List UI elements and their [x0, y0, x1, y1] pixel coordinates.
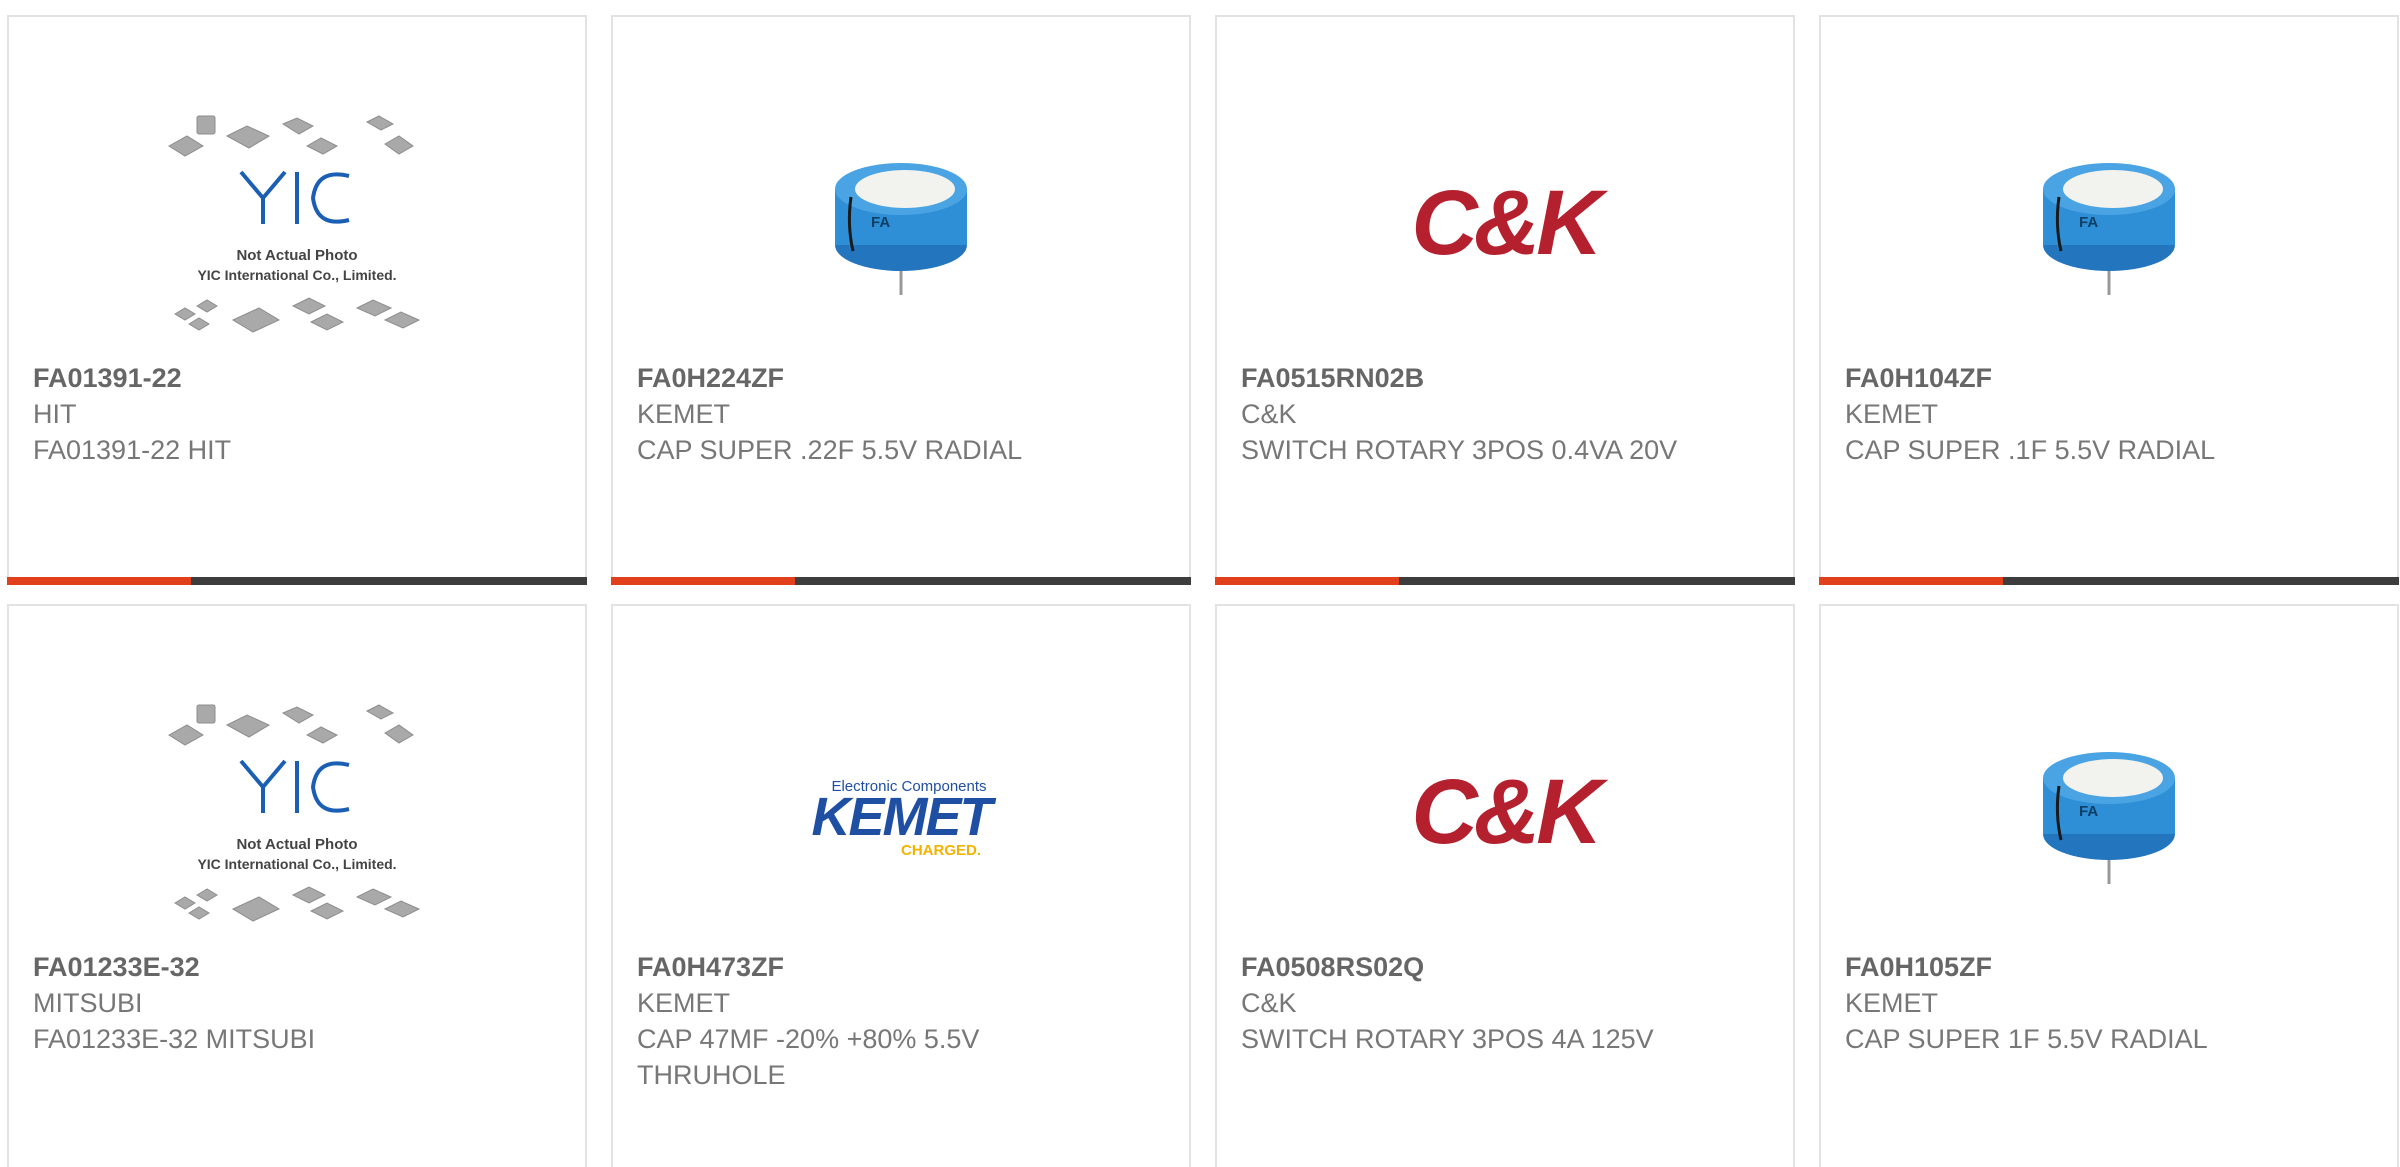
description: CAP SUPER .22F 5.5V RADIAL — [637, 435, 1023, 465]
part-number[interactable]: FA0H105ZF — [1845, 949, 2373, 985]
description: CAP 47MF -20% +80% 5.5V THRUHOLE — [637, 1024, 980, 1090]
product-card[interactable]: FA FA0H105ZF KEMET CAP SUPER 1F 5.5V RAD… — [1819, 604, 2399, 1167]
description: CAP SUPER 1F 5.5V RADIAL — [1845, 1024, 2208, 1054]
capacitor-image: FA — [835, 162, 967, 295]
manufacturer: KEMET — [1845, 988, 1939, 1018]
ck-logo-text: C&K — [1411, 761, 1609, 863]
kemet-logo: Electronic Components KEMET CHARGED. — [812, 778, 999, 859]
manufacturer: HIT — [33, 399, 77, 429]
product-info: FA01233E-32 MITSUBI FA01233E-32 MITSUBI — [33, 949, 561, 1057]
product-info: FA0H104ZF KEMET CAP SUPER .1F 5.5V RADIA… — [1845, 360, 2373, 468]
card-accent — [1819, 577, 2003, 585]
description: FA01233E-32 MITSUBI — [33, 1024, 316, 1054]
capacitor-image: FA — [2043, 162, 2175, 295]
description: FA01391-22 HIT — [33, 435, 232, 465]
card-accent — [7, 577, 191, 585]
product-image[interactable]: C&K — [1217, 686, 1793, 951]
manufacturer: C&K — [1241, 399, 1297, 429]
card-footer-bar — [1215, 577, 1795, 585]
product-image[interactable]: FA — [613, 97, 1189, 362]
product-card[interactable]: C&K FA0515RN02B C&K SWITCH ROTARY 3POS 0… — [1215, 15, 1795, 585]
part-number[interactable]: FA0H473ZF — [637, 949, 1165, 985]
card-accent — [611, 577, 795, 585]
product-image[interactable]: Not Actual Photo YIC International Co., … — [9, 686, 585, 951]
product-card[interactable]: Not Actual Photo YIC International Co., … — [7, 15, 587, 585]
kemet-name: KEMET — [812, 787, 997, 847]
part-number[interactable]: FA01233E-32 — [33, 949, 561, 985]
card-footer-bar — [1819, 577, 2399, 585]
description: SWITCH ROTARY 3POS 4A 125V — [1241, 1024, 1654, 1054]
capacitor-image: FA — [2043, 751, 2175, 884]
part-number[interactable]: FA0H224ZF — [637, 360, 1165, 396]
product-info: FA0508RS02Q C&K SWITCH ROTARY 3POS 4A 12… — [1241, 949, 1769, 1057]
description: SWITCH ROTARY 3POS 0.4VA 20V — [1241, 435, 1678, 465]
product-image[interactable]: FA — [1821, 686, 2397, 951]
product-info: FA0H473ZF KEMET CAP 47MF -20% +80% 5.5V … — [637, 949, 1165, 1093]
product-card[interactable]: Electronic Components KEMET CHARGED. FA0… — [611, 604, 1191, 1167]
manufacturer: KEMET — [1845, 399, 1939, 429]
product-image[interactable]: Not Actual Photo YIC International Co., … — [9, 97, 585, 362]
ck-logo: C&K — [1411, 761, 1613, 863]
product-image[interactable]: C&K — [1217, 97, 1793, 362]
part-number[interactable]: FA0515RN02B — [1241, 360, 1769, 396]
placeholder-line2: YIC International Co., Limited. — [197, 267, 396, 283]
manufacturer: KEMET — [637, 988, 731, 1018]
ck-logo-text: C&K — [1411, 172, 1609, 274]
part-number[interactable]: FA01391-22 — [33, 360, 561, 396]
product-info: FA0H224ZF KEMET CAP SUPER .22F 5.5V RADI… — [637, 360, 1165, 468]
product-info: FA0515RN02B C&K SWITCH ROTARY 3POS 0.4VA… — [1241, 360, 1769, 468]
card-accent — [1215, 577, 1399, 585]
product-card[interactable]: C&K FA0508RS02Q C&K SWITCH ROTARY 3POS 4… — [1215, 604, 1795, 1167]
yic-placeholder-image: Not Actual Photo YIC International Co., … — [168, 703, 421, 922]
part-number[interactable]: FA0508RS02Q — [1241, 949, 1769, 985]
ck-logo: C&K — [1411, 172, 1613, 274]
product-card[interactable]: FA FA0H104ZF KEMET CAP SUPER .1F 5.5V RA… — [1819, 15, 2399, 585]
product-image[interactable]: FA — [1821, 97, 2397, 362]
product-image[interactable]: Electronic Components KEMET CHARGED. — [613, 686, 1189, 951]
yic-placeholder-image: Not Actual Photo YIC International Co., … — [168, 114, 421, 333]
description: CAP SUPER .1F 5.5V RADIAL — [1845, 435, 2216, 465]
capacitor-marking: FA — [871, 214, 890, 231]
part-number[interactable]: FA0H104ZF — [1845, 360, 2373, 396]
product-card[interactable]: Not Actual Photo YIC International Co., … — [7, 604, 587, 1167]
card-footer-bar — [611, 577, 1191, 585]
manufacturer: C&K — [1241, 988, 1297, 1018]
capacitor-marking: FA — [2079, 214, 2098, 231]
placeholder-line1: Not Actual Photo — [236, 247, 357, 264]
placeholder-line2: YIC International Co., Limited. — [197, 856, 396, 872]
product-grid: Not Actual Photo YIC International Co., … — [0, 0, 2400, 1167]
manufacturer: MITSUBI — [33, 988, 143, 1018]
card-footer-bar — [7, 577, 587, 585]
capacitor-marking: FA — [2079, 803, 2098, 820]
product-info: FA0H105ZF KEMET CAP SUPER 1F 5.5V RADIAL — [1845, 949, 2373, 1057]
kemet-slogan: CHARGED. — [901, 842, 981, 859]
product-card[interactable]: FA FA0H224ZF KEMET CAP SUPER .22F 5.5V R… — [611, 15, 1191, 585]
manufacturer: KEMET — [637, 399, 731, 429]
placeholder-line1: Not Actual Photo — [236, 836, 357, 853]
product-info: FA01391-22 HIT FA01391-22 HIT — [33, 360, 561, 468]
